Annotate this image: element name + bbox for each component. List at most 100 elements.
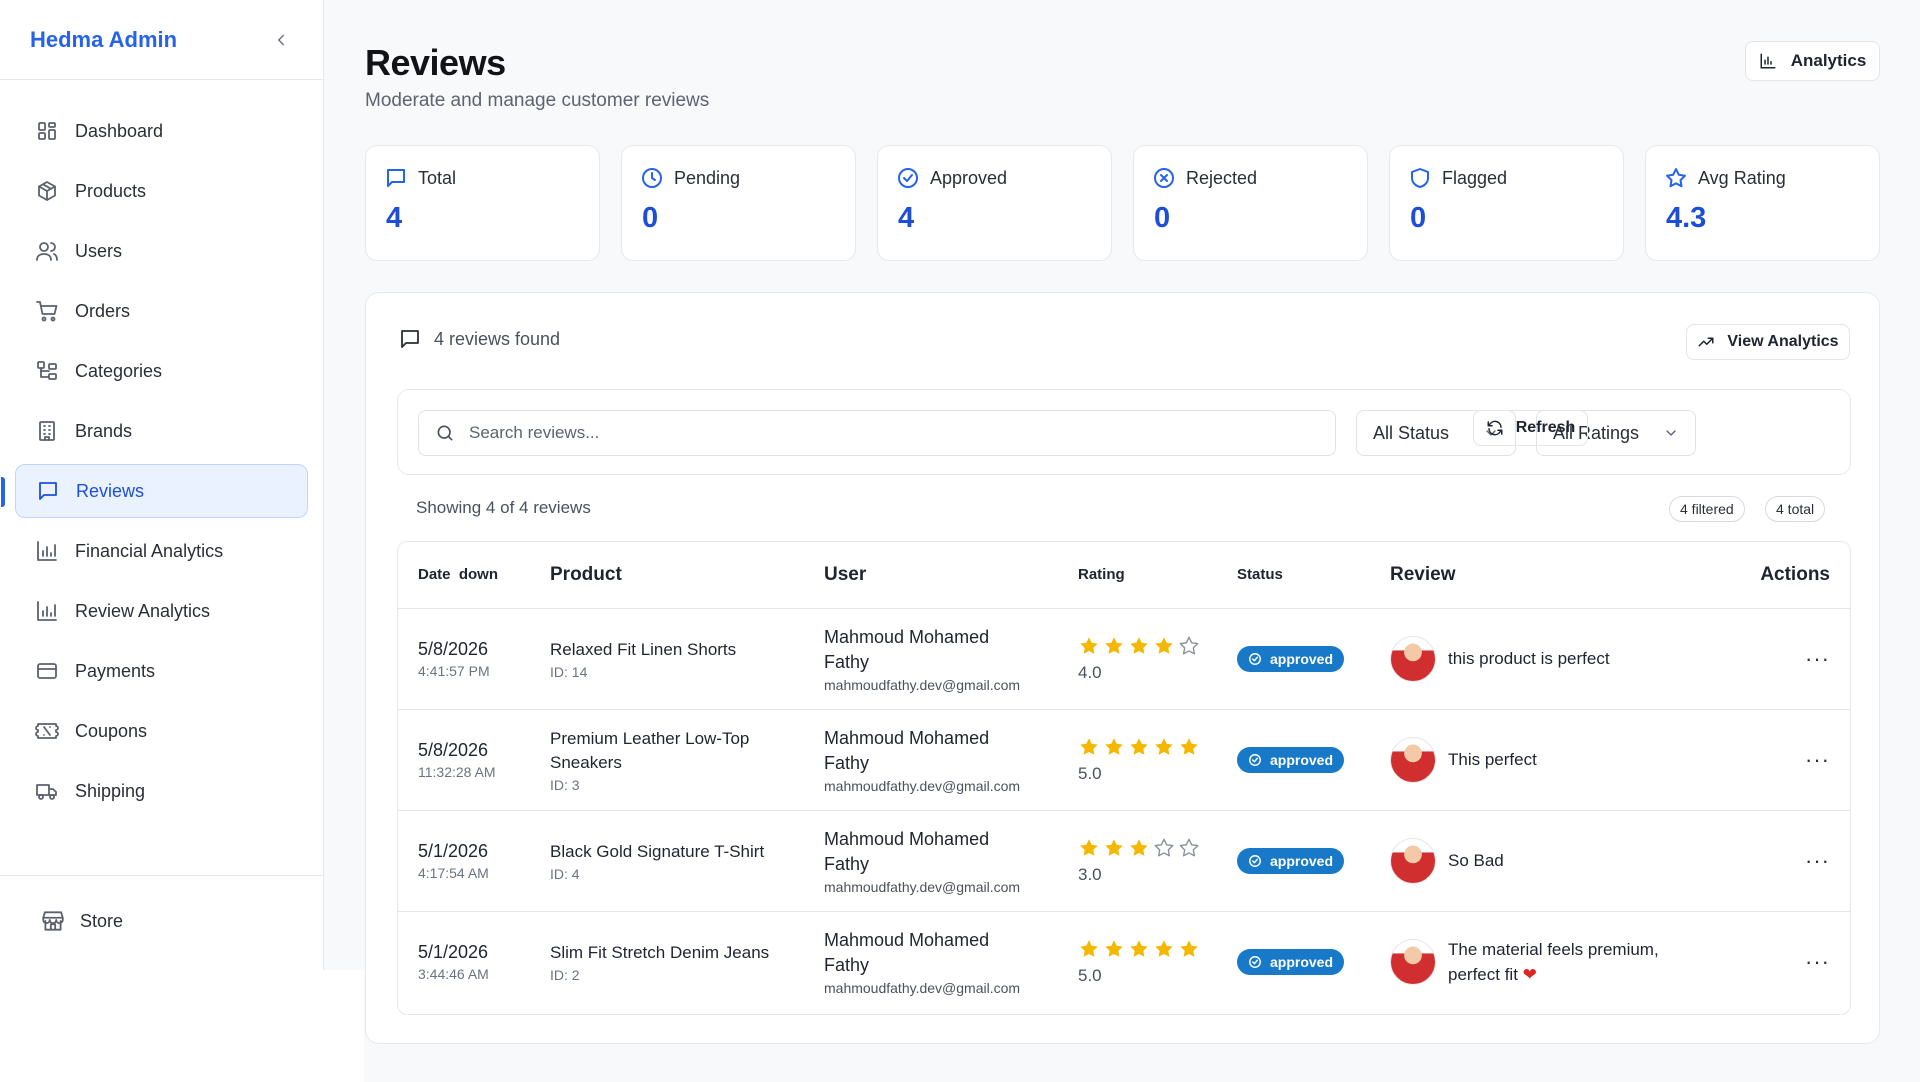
status-badge: approved [1237, 948, 1345, 975]
review-date: 5/8/2026 [418, 739, 489, 760]
stat-card-total: Total 4 [365, 145, 600, 261]
sidebar-item-label: Reviews [76, 480, 145, 501]
search-input[interactable] [469, 423, 1329, 443]
star-filled-icon [1128, 837, 1150, 859]
sidebar-item-dashboard[interactable]: Dashboard [15, 104, 308, 158]
user-name: Mahmoud Mohamed Fathy [824, 929, 990, 975]
sidebar-item-categories[interactable]: Categories [15, 344, 308, 398]
stat-value: 4 [386, 202, 403, 234]
stats-row: Total 4 Pending 0 Approved 4 Rejected 0 Flagged 0… [365, 145, 1880, 261]
building-icon [35, 419, 59, 443]
refresh-button[interactable]: Refresh [1473, 410, 1588, 446]
review-text: The material feels premium, perfect fit … [1448, 937, 1668, 987]
view-analytics-button[interactable]: View Analytics [1686, 324, 1850, 360]
star-rating [1078, 938, 1237, 960]
sidebar-item-payments[interactable]: Payments [15, 644, 308, 698]
collapse-sidebar-button[interactable] [269, 28, 293, 52]
chevron-down-icon [1663, 425, 1679, 441]
brand-logo-text[interactable]: Hedma Admin [30, 27, 177, 53]
more-actions-button[interactable]: ··· [1805, 848, 1830, 874]
rating-cell: 5.0 [1078, 709, 1237, 811]
more-actions-button[interactable]: ··· [1805, 949, 1830, 975]
sort-indicator: down [458, 566, 499, 584]
avatar [1390, 837, 1436, 884]
sidebar-item-label: Store [80, 910, 124, 931]
status-badge-label: approved [1270, 650, 1334, 667]
sidebar-item-users[interactable]: Users [15, 224, 308, 278]
product-cell: Premium Leather Low-Top Sneakers ID: 3 [550, 709, 824, 811]
review-cell: This perfect [1390, 709, 1732, 811]
star-filled-icon [1153, 635, 1175, 657]
x-circle-icon [1152, 166, 1176, 190]
star-filled-icon [1078, 938, 1100, 960]
tree-icon [35, 359, 59, 383]
sidebar-item-label: Brands [75, 420, 133, 441]
table-row[interactable]: 5/1/2026 4:17:54 AM Black Gold Signature T… [398, 810, 1850, 912]
stat-value: 0 [1154, 202, 1171, 234]
sidebar-item-label: Financial Analytics [75, 540, 224, 561]
user-name: Mahmoud Mohamed Fathy [824, 828, 990, 874]
sidebar-item-store[interactable]: Store [40, 908, 123, 934]
filter-bar: All Status All Ratings Refresh [397, 389, 1851, 475]
review-time: 4:41:57 PM [418, 662, 490, 679]
review-text: This perfect [1448, 747, 1537, 772]
star-empty-icon [1153, 837, 1175, 859]
rating-cell: 3.0 [1078, 810, 1237, 912]
stat-header: Flagged [1408, 166, 1605, 190]
star-filled-icon [1078, 635, 1100, 657]
table-row[interactable]: 5/8/2026 4:41:57 PM Relaxed Fit Linen Shor… [398, 608, 1850, 710]
message-icon [398, 327, 422, 351]
product-id: ID: 2 [550, 966, 580, 983]
truck-icon [35, 779, 59, 803]
sidebar-item-brands[interactable]: Brands [15, 404, 308, 458]
column-header-user: User [824, 542, 1078, 609]
reviews-found: 4 reviews found [398, 327, 560, 351]
table-row[interactable]: 5/1/2026 3:44:46 AM Slim Fit Stretch Denim… [398, 911, 1850, 1012]
more-actions-button[interactable]: ··· [1805, 646, 1830, 672]
user-email: mahmoudfathy.dev@gmail.com [824, 777, 1021, 794]
star-filled-icon [1103, 938, 1125, 960]
rating-value: 5.0 [1078, 965, 1102, 985]
status-badge: approved [1237, 847, 1345, 874]
table-row[interactable]: 5/8/2026 11:32:28 AM Premium Leather Low-T… [398, 709, 1850, 811]
sidebar-item-financial-analytics[interactable]: Financial Analytics [15, 524, 308, 578]
search-box [418, 410, 1336, 456]
users-icon [35, 239, 59, 263]
column-header-date[interactable]: Date down [398, 542, 550, 609]
status-cell: approved [1237, 608, 1390, 710]
more-actions-button[interactable]: ··· [1805, 747, 1830, 773]
review-text-content: The material feels premium, perfect fit [1448, 939, 1659, 984]
bar-chart-icon [35, 539, 59, 563]
sidebar-item-coupons[interactable]: Coupons [15, 704, 308, 758]
stat-header: Approved [896, 166, 1093, 190]
user-cell: Mahmoud Mohamed Fathy mahmoudfathy.dev@gm… [824, 911, 1078, 1012]
date-cell: 5/1/2026 4:17:54 AM [398, 810, 550, 912]
sidebar-item-orders[interactable]: Orders [15, 284, 308, 338]
rating-cell: 5.0 [1078, 911, 1237, 1012]
sidebar-item-reviews[interactable]: Reviews [1, 464, 308, 518]
credit-card-icon [35, 659, 59, 683]
store-icon [40, 908, 66, 934]
sidebar-item-products[interactable]: Products [15, 164, 308, 218]
column-header-date-label: Date [418, 566, 451, 584]
sidebar-item-review-analytics[interactable]: Review Analytics [15, 584, 308, 638]
cart-icon [35, 299, 59, 323]
stat-card-avg-rating: Avg Rating 4.3 [1645, 145, 1880, 261]
total-badge: 4 total [1765, 496, 1826, 522]
column-header-review: Review [1390, 542, 1732, 609]
stat-label: Pending [674, 167, 741, 188]
column-header-actions: Actions [1732, 542, 1850, 609]
shield-icon [1408, 166, 1432, 190]
message-icon [384, 166, 408, 190]
bar-chart-icon [1759, 52, 1777, 70]
status-badge-label: approved [1270, 852, 1334, 869]
user-email: mahmoudfathy.dev@gmail.com [824, 979, 1021, 996]
sidebar-item-shipping[interactable]: Shipping [15, 764, 308, 818]
star-empty-icon [1178, 837, 1200, 859]
review-time: 11:32:28 AM [418, 763, 496, 780]
table-header-row: Date down Product User Rating Status Rev… [398, 542, 1850, 609]
sidebar-item-label: Payments [75, 660, 156, 681]
analytics-button[interactable]: Analytics [1745, 41, 1880, 81]
product-cell: Slim Fit Stretch Denim Jeans ID: 2 [550, 911, 824, 1012]
check-circle-icon [1248, 652, 1262, 666]
